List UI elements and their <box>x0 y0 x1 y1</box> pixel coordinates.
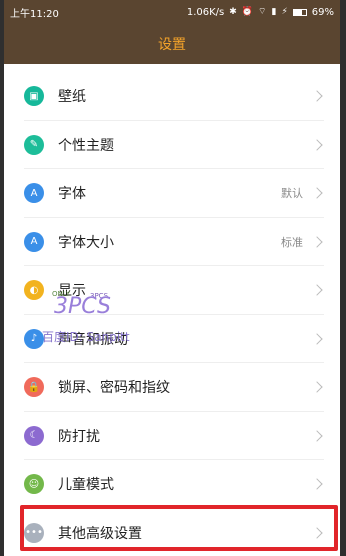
settings-item-advanced[interactable]: ••• 其他高级设置 <box>4 509 340 556</box>
status-bar: 上午11:20 1.06K/s ✱ ⏰ ⌔ ▮ ⚡ 69% <box>4 0 340 24</box>
chevron-right-icon <box>311 430 323 442</box>
settings-item-label: 锁屏、密码和指纹 <box>58 380 170 397</box>
moon-icon: ☾ <box>24 425 44 446</box>
wallpaper-icon: ▣ <box>24 86 44 107</box>
chevron-right-icon <box>311 333 323 345</box>
settings-item-font-size[interactable]: A 字体大小 标准 <box>4 218 340 267</box>
settings-item-label: 个性主题 <box>58 137 114 154</box>
theme-icon: ✎ <box>24 134 44 155</box>
charging-icon: ⚡ <box>281 6 288 17</box>
lock-icon: 🔒 <box>24 377 44 398</box>
settings-list: ▣ 壁纸 ✎ 个性主题 A 字体 默认 A 字体大小 标准 ◐ 显示 ♪ 声音和… <box>4 64 340 556</box>
settings-item-dnd[interactable]: ☾ 防打扰 <box>4 412 340 461</box>
chevron-right-icon <box>311 236 323 248</box>
settings-item-label: 字体 <box>58 186 86 203</box>
settings-item-label: 声音和振动 <box>58 331 128 348</box>
settings-item-theme[interactable]: ✎ 个性主题 <box>4 121 340 170</box>
settings-item-label: 壁纸 <box>58 89 86 106</box>
settings-item-value: 标准 <box>281 235 303 249</box>
child-icon: ☺ <box>24 474 44 495</box>
network-speed: 1.06K/s <box>186 6 225 18</box>
settings-item-wallpaper[interactable]: ▣ 壁纸 <box>4 72 340 121</box>
chevron-right-icon <box>311 90 323 102</box>
status-time: 上午11:20 <box>10 8 59 20</box>
settings-item-display[interactable]: ◐ 显示 <box>4 266 340 315</box>
chevron-right-icon <box>311 187 323 199</box>
settings-item-sound[interactable]: ♪ 声音和振动 <box>4 315 340 364</box>
sound-icon: ♪ <box>24 328 44 349</box>
settings-item-label: 儿童模式 <box>58 477 114 494</box>
settings-item-label: 防打扰 <box>58 428 100 445</box>
signal-icon: ▮ <box>271 6 277 17</box>
settings-item-value: 默认 <box>281 187 303 201</box>
bluetooth-icon: ✱ <box>229 6 237 17</box>
settings-item-label: 字体大小 <box>58 234 114 251</box>
settings-item-child-mode[interactable]: ☺ 儿童模式 <box>4 460 340 509</box>
chevron-right-icon <box>311 478 323 490</box>
top-bar: 设置 <box>4 24 340 64</box>
chevron-right-icon <box>311 284 323 296</box>
status-icons: 1.06K/s ✱ ⏰ ⌔ ▮ ⚡ 69% <box>187 7 334 18</box>
alarm-icon: ⏰ <box>241 6 254 17</box>
battery-percent: 69% <box>311 6 334 18</box>
wifi-icon: ⌔ <box>258 6 267 17</box>
settings-item-label: 其他高级设置 <box>58 525 142 542</box>
chevron-right-icon <box>311 527 323 539</box>
phone-frame: 上午11:20 1.06K/s ✱ ⏰ ⌔ ▮ ⚡ 69% 设置 ▣ 壁纸 ✎ … <box>0 0 346 556</box>
settings-item-label: 显示 <box>58 283 86 300</box>
font-size-icon: A <box>24 231 44 252</box>
battery-icon <box>292 8 307 16</box>
display-icon: ◐ <box>24 280 44 301</box>
chevron-right-icon <box>311 139 323 151</box>
font-icon: A <box>24 183 44 204</box>
settings-item-lock[interactable]: 🔒 锁屏、密码和指纹 <box>4 363 340 412</box>
page-title: 设置 <box>158 37 186 53</box>
settings-item-font[interactable]: A 字体 默认 <box>4 169 340 218</box>
more-icon: ••• <box>24 522 44 543</box>
chevron-right-icon <box>311 381 323 393</box>
